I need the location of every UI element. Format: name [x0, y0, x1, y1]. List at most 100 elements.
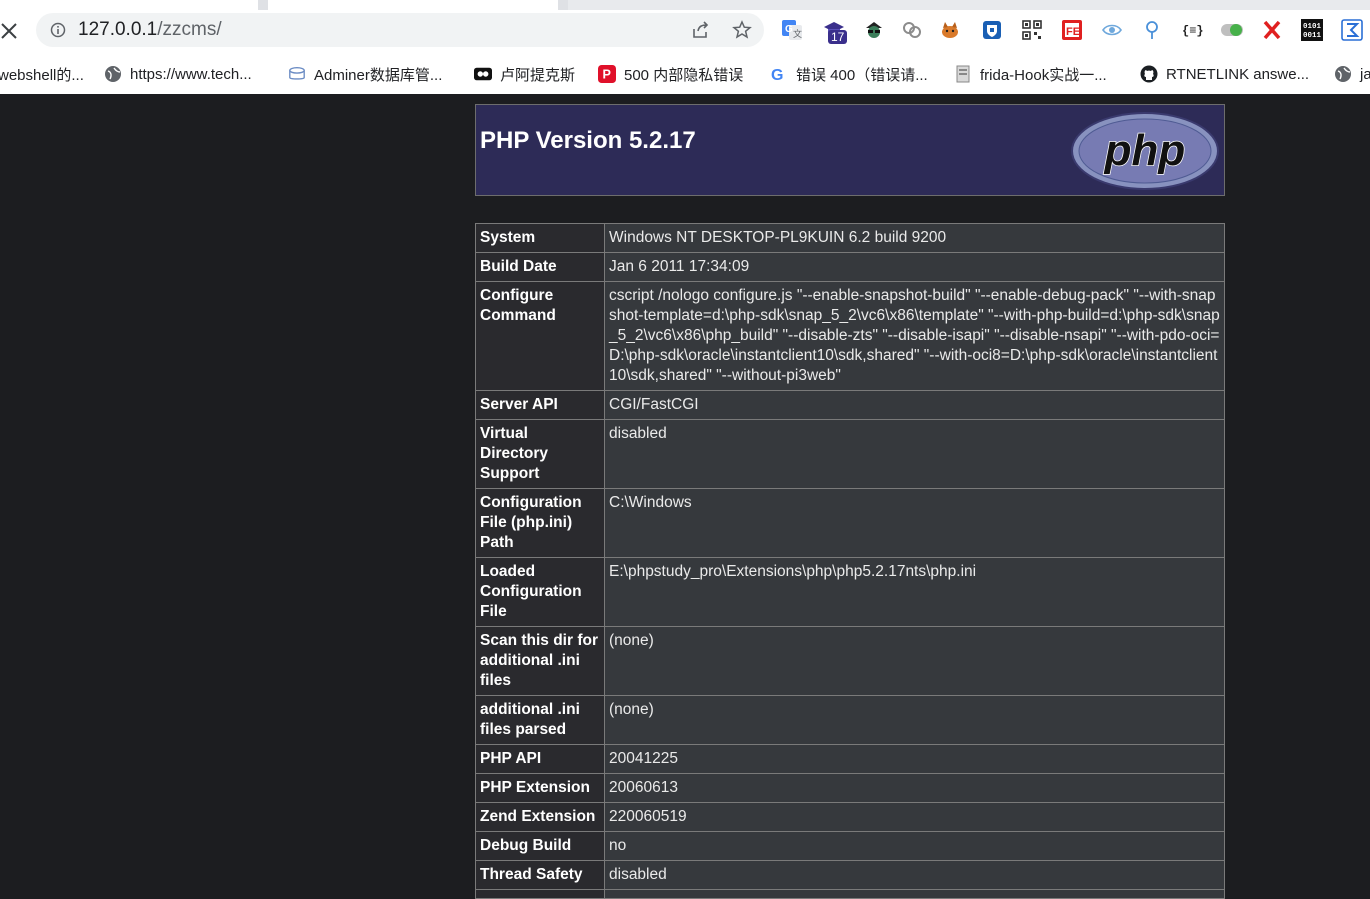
- row-value: Jan 6 2011 17:34:09: [604, 252, 1225, 282]
- bookmark-label: Adminer数据库管...: [314, 66, 443, 84]
- bookmarks-bar: webshell的... https://www.tech... Adminer…: [0, 54, 1370, 94]
- phpinfo-header: PHP Version 5.2.17 php: [475, 104, 1225, 196]
- table-row: Build Date Jan 6 2011 17:34:09: [475, 252, 1225, 282]
- svg-text:G: G: [771, 67, 783, 83]
- bookmark-item[interactable]: frida-Hook实战一...: [954, 63, 1107, 85]
- table-row: Configure Command cscript /nologo configu…: [475, 281, 1225, 391]
- tab[interactable]: [0, 0, 258, 10]
- page-viewport: PHP Version 5.2.17 php System Windows NT …: [0, 94, 1370, 899]
- eye-icon[interactable]: [1100, 18, 1124, 42]
- fe-icon[interactable]: FE: [1060, 18, 1084, 42]
- svg-text:0011: 0011: [1303, 32, 1322, 40]
- row-value: disabled: [604, 419, 1225, 489]
- close-icon[interactable]: [0, 22, 20, 42]
- row-key: PHP API: [475, 744, 605, 774]
- toolbar: 127.0.0.1/zzcms/ G文 17 FE {≡} 0101 0011: [0, 10, 1370, 54]
- binary-icon[interactable]: 0101 0011: [1300, 18, 1324, 42]
- bookmark-item[interactable]: 卢阿提克斯: [474, 63, 575, 85]
- table-row: Scan this dir for additional .ini files(…: [475, 626, 1225, 696]
- table-row: Zend Extension 220060519: [475, 802, 1225, 832]
- row-value: C:\Windows: [604, 488, 1225, 558]
- toggle-icon[interactable]: [1220, 18, 1244, 42]
- bookmark-label: RTNETLINK answe...: [1166, 65, 1310, 83]
- sigma-icon[interactable]: [1340, 18, 1364, 42]
- share-icon[interactable]: [691, 20, 711, 40]
- row-value: [604, 889, 1225, 899]
- tab-strip: [0, 0, 1370, 10]
- row-value: (none): [604, 626, 1225, 696]
- table-row: additional .ini files parsed (none): [475, 695, 1225, 745]
- info-icon[interactable]: [50, 22, 66, 38]
- row-value: E:\phpstudy_pro\Extensions\php\php5.2.17…: [604, 557, 1225, 627]
- row-key: [475, 889, 605, 899]
- table-row: Virtual Directory Support disabled: [475, 419, 1225, 489]
- php-logo: php: [1071, 112, 1219, 190]
- url-host: 127.0.0.1: [78, 19, 158, 40]
- bookmark-label: frida-Hook实战一...: [980, 66, 1107, 84]
- bookmark-label: 卢阿提克斯: [500, 66, 576, 84]
- table-row: Configuration File (php.ini) Path C:\Wind…: [475, 488, 1225, 558]
- row-value: Windows NT DESKTOP-PL9KUIN 6.2 build 920…: [604, 223, 1225, 253]
- row-value: disabled: [604, 860, 1225, 890]
- tab[interactable]: [568, 0, 1370, 10]
- google-icon: G: [770, 65, 788, 83]
- bookmark-item[interactable]: RTNETLINK answe...: [1140, 63, 1309, 85]
- php-logo-text: php: [1104, 126, 1186, 175]
- globe-icon: [1334, 65, 1352, 83]
- bookmark-item[interactable]: https://www.tech...: [104, 63, 252, 85]
- address-bar[interactable]: 127.0.0.1/zzcms/: [36, 13, 764, 47]
- location-pin-icon[interactable]: [1140, 18, 1164, 42]
- phpinfo-table: System Windows NT DESKTOP-PL9KUIN 6.2 bui…: [475, 223, 1225, 899]
- p-icon: P: [598, 65, 616, 83]
- url-path: /zzcms/: [157, 19, 222, 40]
- translate-icon[interactable]: G文: [780, 18, 804, 42]
- globe-icon: [104, 65, 122, 83]
- bookmark-star-icon[interactable]: [732, 20, 752, 40]
- bookmark-label: 500 内部隐私错误: [624, 66, 744, 84]
- tab-active[interactable]: [268, 0, 558, 10]
- x-icon[interactable]: [1260, 18, 1284, 42]
- row-key: Virtual Directory Support: [475, 419, 605, 489]
- svg-text:P: P: [603, 68, 611, 82]
- row-key: Debug Build: [475, 831, 605, 861]
- row-value: 20041225: [604, 744, 1225, 774]
- bookmark-item[interactable]: Adminer数据库管...: [288, 63, 442, 85]
- adminer-icon: [288, 65, 306, 83]
- bookmark-label: https://www.tech...: [130, 65, 252, 83]
- table-row: Server API CGI/FastCGI: [475, 390, 1225, 420]
- row-key: additional .ini files parsed: [475, 695, 605, 745]
- row-value: CGI/FastCGI: [604, 390, 1225, 420]
- bookmark-item[interactable]: webshell的...: [0, 63, 84, 85]
- url-text[interactable]: 127.0.0.1/zzcms/: [78, 20, 222, 40]
- svg-text:0101: 0101: [1303, 23, 1322, 31]
- svg-text:FE: FE: [1066, 26, 1080, 38]
- table-row: System Windows NT DESKTOP-PL9KUIN 6.2 bui…: [475, 223, 1225, 253]
- bookmark-item[interactable]: ja: [1334, 63, 1370, 85]
- qr-code-icon[interactable]: [1020, 18, 1044, 42]
- row-value: cscript /nologo configure.js "--enable-s…: [604, 281, 1225, 391]
- row-key: Server API: [475, 390, 605, 420]
- table-row: Loaded Configuration File E:\phpstudy_pro…: [475, 557, 1225, 627]
- bookmark-item[interactable]: P 500 内部隐私错误: [598, 63, 743, 85]
- row-key: Thread Safety: [475, 860, 605, 890]
- extension-badge: 17: [828, 30, 848, 44]
- row-key: Configure Command: [475, 281, 605, 391]
- shield-icon[interactable]: [980, 18, 1004, 42]
- page-title: PHP Version 5.2.17: [480, 127, 696, 154]
- row-key: System: [475, 223, 605, 253]
- table-row: PHP Extension 20060613: [475, 773, 1225, 803]
- svg-text:{≡}: {≡}: [1182, 24, 1203, 38]
- media-icon: [474, 65, 492, 83]
- row-key: Build Date: [475, 252, 605, 282]
- spy-icon[interactable]: [862, 18, 886, 42]
- row-key: Scan this dir for additional .ini files: [475, 626, 605, 696]
- row-key: PHP Extension: [475, 773, 605, 803]
- link-chain-icon[interactable]: [900, 18, 924, 42]
- table-row: PHP API 20041225: [475, 744, 1225, 774]
- graduation-cap-icon[interactable]: 17: [822, 18, 848, 44]
- cat-icon[interactable]: [938, 18, 962, 42]
- json-icon[interactable]: {≡}: [1180, 18, 1204, 42]
- bookmark-item[interactable]: G 错误 400（错误请...: [770, 63, 928, 85]
- svg-text:文: 文: [793, 28, 802, 39]
- bookmark-label: webshell的...: [0, 66, 84, 84]
